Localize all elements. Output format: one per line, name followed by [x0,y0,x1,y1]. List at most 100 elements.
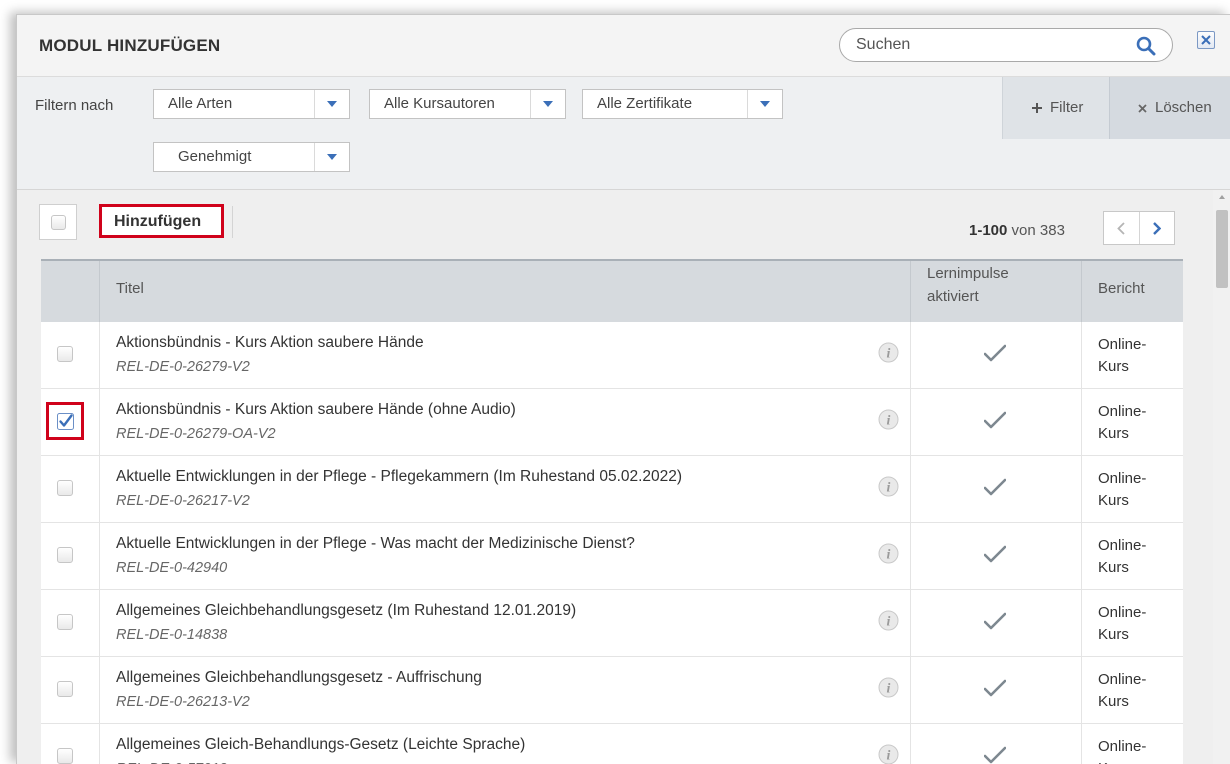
row-impulses-cell [911,590,1082,656]
author-select[interactable]: Alle Kursautoren [369,89,566,119]
search-box[interactable] [839,28,1173,62]
row-checkbox[interactable] [57,748,73,764]
add-filter-label: Filter [1050,99,1084,116]
row-report-cell: Online-Kurs [1082,724,1183,764]
add-button-label: Hinzufügen [114,213,202,230]
info-icon[interactable]: i [878,610,899,631]
row-select-cell [41,322,100,388]
close-icon [1201,35,1211,45]
module-title: Allgemeines Gleichbehandlungsgesetz (Im … [116,602,577,619]
svg-text:i: i [887,414,891,429]
pager [1103,211,1175,245]
header-title[interactable]: Titel [100,261,911,322]
row-impulses-cell [911,657,1082,723]
report-type: Online-Kurs [1098,604,1147,643]
filter-label: Filtern nach [35,97,114,114]
row-checkbox[interactable] [57,480,73,496]
author-select-value: Alle Kursautoren [384,95,495,112]
close-button[interactable] [1197,31,1215,49]
row-impulses-cell [911,389,1082,455]
svg-text:i: i [887,347,891,362]
info-icon[interactable]: i [878,543,899,564]
checkmark-icon [983,344,1007,367]
status-select-value: Genehmigt [178,148,252,165]
header-impulses[interactable]: Lernimpulse aktiviert [911,261,1082,322]
report-type: Online-Kurs [1098,336,1147,375]
checkmark-icon [983,612,1007,635]
next-page-button[interactable] [1140,212,1175,244]
table-body: Aktionsbündnis - Kurs Aktion saubere Hän… [41,322,1183,764]
pagination-total: 383 [1039,222,1065,239]
dialog-title: MODUL HINZUFÜGEN [39,36,221,55]
info-icon[interactable]: i [878,409,899,430]
plus-icon [1032,103,1042,113]
chevron-left-icon [1117,222,1125,235]
module-list-panel: Hinzufügen 1-100 von 383 Titel Lernimpul… [17,190,1230,764]
clear-filters-button[interactable]: Löschen [1109,77,1230,139]
svg-text:i: i [887,682,891,697]
scroll-up-arrow-icon[interactable] [1219,195,1225,199]
table-row[interactable]: Allgemeines Gleich-Behandlungs-Gesetz (L… [41,724,1183,764]
certificate-select-value: Alle Zertifikate [597,95,693,112]
header-report[interactable]: Bericht [1082,261,1183,322]
row-checkbox[interactable] [57,614,73,630]
row-checkbox[interactable] [57,413,74,430]
add-module-dialog: MODUL HINZUFÜGEN Filtern nach Alle Arten… [16,14,1230,764]
row-title-cell: Aktionsbündnis - Kurs Aktion saubere Hän… [100,389,911,455]
row-title-cell: Aktuelle Entwicklungen in der Pflege - P… [100,456,911,522]
row-checkbox[interactable] [57,547,73,563]
module-title: Aktuelle Entwicklungen in der Pflege - W… [116,535,635,552]
info-icon[interactable]: i [878,744,899,764]
previous-page-button[interactable] [1104,212,1140,244]
select-all-checkbox[interactable] [39,204,77,240]
filter-bar: Filtern nach Alle Arten Alle Kursautoren… [17,77,1230,190]
module-title: Aktionsbündnis - Kurs Aktion saubere Hän… [116,334,424,351]
chevron-right-icon [1153,222,1161,235]
search-input[interactable] [856,35,1116,55]
row-checkbox[interactable] [57,681,73,697]
row-title-cell: Allgemeines Gleichbehandlungsgesetz (Im … [100,590,911,656]
row-select-cell [41,389,100,455]
pagination-of: von [1011,222,1036,239]
toolbar-divider [232,206,233,238]
pagination-info: 1-100 von 383 [969,222,1065,239]
info-icon[interactable]: i [878,476,899,497]
module-code: REL-DE-0-26279-V2 [116,359,250,375]
type-select[interactable]: Alle Arten [153,89,350,119]
chevron-down-icon [314,143,349,171]
module-code: REL-DE-0-42940 [116,560,228,576]
add-filter-button[interactable]: Filter [1002,77,1110,139]
row-report-cell: Online-Kurs [1082,322,1183,388]
checkmark-icon [983,545,1007,568]
info-icon[interactable]: i [878,677,899,698]
scrollbar-thumb[interactable] [1216,210,1228,288]
table-row[interactable]: Aktuelle Entwicklungen in der Pflege - P… [41,456,1183,523]
table-row[interactable]: Aktionsbündnis - Kurs Aktion saubere Hän… [41,322,1183,389]
clear-filters-label: Löschen [1155,99,1212,116]
row-title-cell: Allgemeines Gleichbehandlungsgesetz - Au… [100,657,911,723]
row-impulses-cell [911,523,1082,589]
table-row[interactable]: Allgemeines Gleichbehandlungsgesetz (Im … [41,590,1183,657]
search-icon[interactable] [1136,36,1156,56]
row-checkbox[interactable] [57,346,73,362]
row-select-cell [41,657,100,723]
module-title: Aktuelle Entwicklungen in der Pflege - P… [116,468,683,485]
table-row[interactable]: Aktuelle Entwicklungen in der Pflege - W… [41,523,1183,590]
status-select[interactable]: Genehmigt [153,142,350,172]
checkmark-icon [983,679,1007,702]
row-report-cell: Online-Kurs [1082,456,1183,522]
type-select-value: Alle Arten [168,95,233,112]
row-report-cell: Online-Kurs [1082,523,1183,589]
row-impulses-cell [911,456,1082,522]
add-button[interactable]: Hinzufügen [99,204,224,238]
info-icon[interactable]: i [878,342,899,363]
module-code: REL-DE-0-26279-OA-V2 [116,426,276,442]
table-row[interactable]: Aktionsbündnis - Kurs Aktion saubere Hän… [41,389,1183,456]
table-row[interactable]: Allgemeines Gleichbehandlungsgesetz - Au… [41,657,1183,724]
report-type: Online-Kurs [1098,470,1147,509]
chevron-down-icon [314,90,349,118]
certificate-select[interactable]: Alle Zertifikate [582,89,783,119]
report-type: Online-Kurs [1098,738,1147,764]
scrollbar[interactable] [1213,190,1230,764]
table-header: Titel Lernimpulse aktiviert Bericht [41,259,1183,322]
